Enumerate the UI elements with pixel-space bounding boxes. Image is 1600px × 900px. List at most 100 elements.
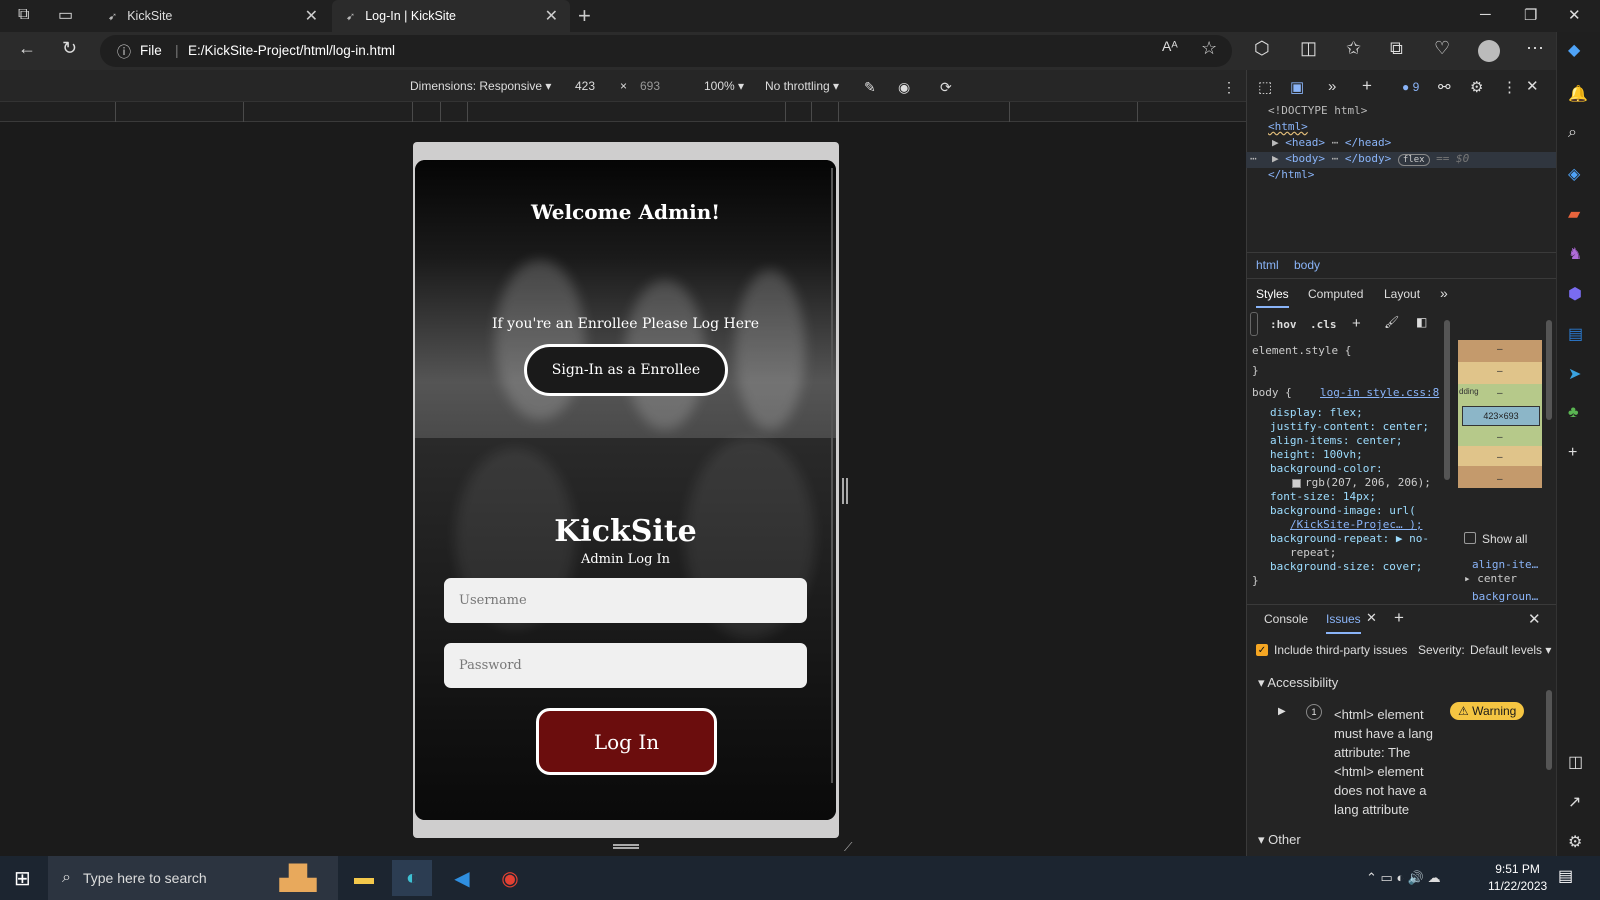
- tab-actions-icon[interactable]: ▭: [58, 5, 73, 25]
- resize-handle[interactable]: [842, 478, 848, 504]
- close-icon[interactable]: ✕: [305, 6, 318, 26]
- box-model-size[interactable]: 423×693: [1462, 406, 1540, 426]
- favorites-icon[interactable]: ✩: [1346, 38, 1361, 59]
- close-icon[interactable]: ✕: [1366, 610, 1377, 626]
- username-input[interactable]: Username: [444, 578, 807, 623]
- zoom-select[interactable]: 100% ▾: [704, 79, 744, 93]
- rule-selector[interactable]: body {: [1252, 386, 1292, 399]
- sidebar-toggle-icon[interactable]: ◧: [1416, 315, 1427, 329]
- info-icon[interactable]: ⓘ: [117, 42, 131, 62]
- tree-icon[interactable]: ♣: [1568, 404, 1579, 422]
- decl-height[interactable]: height: 100vh;: [1270, 448, 1363, 461]
- decl-fontsize[interactable]: font-size: 14px;: [1270, 490, 1376, 503]
- login-button[interactable]: Log In: [536, 708, 717, 775]
- sidebar-layout-icon[interactable]: ◫: [1568, 752, 1583, 772]
- tools-icon[interactable]: ▰: [1568, 204, 1580, 224]
- edge-icon[interactable]: ◐: [392, 860, 432, 896]
- color-swatch[interactable]: [1292, 479, 1301, 488]
- settings-gear-icon[interactable]: ⚙: [1470, 78, 1483, 96]
- node-menu-icon[interactable]: ⋯: [1250, 152, 1257, 165]
- computed-prop[interactable]: align-ite…: [1472, 558, 1538, 571]
- vision-icon[interactable]: ◉: [898, 79, 910, 96]
- more-panels-icon[interactable]: »: [1328, 78, 1336, 95]
- computed-prop[interactable]: backgroun…: [1472, 590, 1538, 603]
- decl-bgrepeat[interactable]: background-repeat: ▶ no-: [1270, 532, 1429, 545]
- sidebar-settings-icon[interactable]: ⚙: [1568, 832, 1582, 852]
- tab-kicksite[interactable]: ➹ KickSite ✕: [96, 0, 330, 32]
- media-query-ruler[interactable]: [0, 102, 1246, 122]
- styles-scrollbar[interactable]: [1444, 320, 1450, 480]
- body-node[interactable]: ▶ <body> ⋯ </body> flex == $0: [1272, 152, 1469, 166]
- add-tool-icon[interactable]: +: [1394, 608, 1404, 628]
- collections-icon[interactable]: ⧉: [1390, 38, 1403, 59]
- connect-icon[interactable]: ⚯: [1438, 78, 1451, 96]
- enrollee-signin-button[interactable]: Sign-In as a Enrollee: [524, 344, 728, 396]
- more-options-icon[interactable]: ⋮: [1222, 79, 1236, 96]
- favorite-star-icon[interactable]: ☆: [1201, 38, 1217, 59]
- new-rule-icon[interactable]: +: [1352, 315, 1361, 332]
- add-app-icon[interactable]: +: [1568, 444, 1577, 462]
- new-tab-button[interactable]: +: [578, 3, 591, 29]
- corner-resize-icon[interactable]: ⟋: [844, 840, 852, 855]
- breadcrumb-body[interactable]: body: [1294, 258, 1320, 272]
- tab-console[interactable]: Console: [1264, 612, 1308, 626]
- send-icon[interactable]: ➤: [1568, 364, 1581, 384]
- drawer-close-icon[interactable]: ✕: [1528, 610, 1541, 628]
- close-window-icon[interactable]: ✕: [1568, 6, 1581, 24]
- vscode-icon[interactable]: ◀: [442, 860, 482, 896]
- flex-badge[interactable]: flex: [1397, 154, 1430, 166]
- tag-icon[interactable]: ◈: [1568, 164, 1580, 184]
- cls-toggle[interactable]: .cls: [1310, 318, 1337, 331]
- more-tabs-icon[interactable]: »: [1440, 285, 1448, 301]
- extensions-icon[interactable]: ⬡: [1254, 38, 1270, 59]
- minimize-icon[interactable]: ─: [1480, 6, 1491, 23]
- tab-styles[interactable]: Styles: [1256, 287, 1289, 308]
- decl-bgimage[interactable]: background-image: url(: [1270, 504, 1416, 517]
- decl-bgsize[interactable]: background-size: cover;: [1270, 560, 1422, 573]
- throttling-select[interactable]: No throttling ▾: [765, 79, 839, 93]
- copilot-icon[interactable]: ◆: [1568, 40, 1580, 60]
- open-external-icon[interactable]: ↗: [1568, 792, 1581, 812]
- page-scrollbar[interactable]: [831, 168, 833, 783]
- file-explorer-icon[interactable]: ▬: [344, 860, 384, 896]
- computed-value[interactable]: ▸ center: [1464, 572, 1517, 585]
- tab-computed[interactable]: Computed: [1308, 287, 1363, 301]
- office-icon[interactable]: ⬢: [1568, 284, 1582, 304]
- devtools-close-icon[interactable]: ✕: [1526, 77, 1539, 95]
- device-toggle-icon[interactable]: ▣: [1290, 78, 1304, 96]
- head-node[interactable]: ▶ <head> ⋯ </head>: [1272, 136, 1391, 149]
- tab-layout[interactable]: Layout: [1384, 287, 1420, 301]
- notification-icon[interactable]: ▤: [1558, 866, 1573, 886]
- doctype-node[interactable]: <!DOCTYPE html>: [1268, 104, 1367, 117]
- hov-toggle[interactable]: :hov: [1270, 318, 1297, 331]
- tray-icons[interactable]: ⌃ ▭ ◐ 🔊 ☁: [1366, 870, 1441, 886]
- decl-bgcolor[interactable]: background-color:: [1270, 462, 1383, 475]
- paint-icon[interactable]: 🖌: [1384, 315, 1399, 329]
- breadcrumb-html[interactable]: html: [1256, 258, 1279, 272]
- avatar[interactable]: [1478, 40, 1500, 62]
- element-style-rule[interactable]: element.style {: [1252, 344, 1351, 357]
- decl-bgimage-link[interactable]: /KickSite-Projec… );: [1290, 518, 1422, 531]
- bottom-resize-handle[interactable]: [613, 844, 639, 849]
- issue-text[interactable]: <html> element must have a lang attribut…: [1334, 705, 1446, 819]
- clock[interactable]: 9:51 PM 11/22/2023: [1488, 862, 1547, 893]
- width-input[interactable]: 423: [575, 79, 595, 93]
- maximize-icon[interactable]: ❐: [1524, 6, 1537, 24]
- games-icon[interactable]: ♞: [1568, 244, 1582, 264]
- decl-display[interactable]: display: flex;: [1270, 406, 1363, 419]
- split-screen-icon[interactable]: ◫: [1300, 38, 1317, 59]
- computed-scrollbar[interactable]: [1546, 320, 1552, 420]
- decl-align[interactable]: align-items: center;: [1270, 434, 1402, 447]
- tab-issues[interactable]: Issues: [1326, 612, 1361, 634]
- issues-counter[interactable]: ● 9: [1402, 80, 1419, 94]
- password-input[interactable]: Password: [444, 643, 807, 688]
- more-icon[interactable]: ⋯: [1526, 38, 1544, 59]
- third-party-checkbox[interactable]: ✓: [1256, 644, 1268, 656]
- refresh-icon[interactable]: ↻: [62, 38, 77, 59]
- chrome-icon[interactable]: ◉: [490, 860, 530, 896]
- rotate-icon[interactable]: ⟳: [940, 79, 952, 96]
- sensor-icon[interactable]: ✎: [864, 79, 876, 96]
- read-aloud-icon[interactable]: Aᴬ: [1162, 38, 1178, 54]
- inspect-icon[interactable]: ⬚: [1258, 78, 1272, 96]
- outlook-icon[interactable]: ▤: [1568, 324, 1583, 344]
